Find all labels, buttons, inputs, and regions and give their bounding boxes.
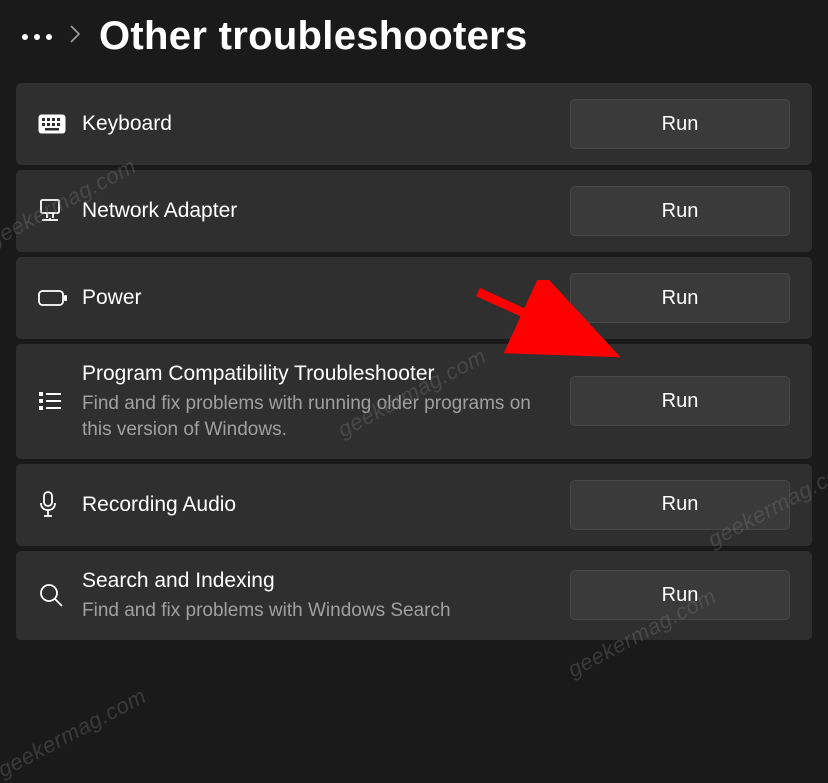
search-icon: [38, 582, 82, 608]
breadcrumb: Other troubleshooters: [0, 0, 828, 83]
troubleshooter-row-recording-audio: Recording Audio Run: [16, 464, 812, 546]
chevron-right-icon: [70, 25, 81, 48]
troubleshooter-row-power: Power Run: [16, 257, 812, 339]
troubleshooter-row-search-indexing: Search and Indexing Find and fix problem…: [16, 551, 812, 640]
run-button[interactable]: Run: [570, 570, 790, 620]
run-button[interactable]: Run: [570, 273, 790, 323]
run-button[interactable]: Run: [570, 480, 790, 530]
troubleshooter-list: Keyboard Run Network Adapter Run Power R…: [0, 83, 828, 640]
run-button[interactable]: Run: [570, 376, 790, 426]
troubleshooter-row-program-compatibility: Program Compatibility Troubleshooter Fin…: [16, 344, 812, 459]
watermark: geekermag.com: [0, 683, 151, 783]
troubleshooter-label: Recording Audio: [82, 491, 550, 518]
run-button[interactable]: Run: [570, 99, 790, 149]
microphone-icon: [38, 491, 82, 519]
run-button[interactable]: Run: [570, 186, 790, 236]
troubleshooter-description: Find and fix problems with running older…: [82, 391, 550, 442]
troubleshooter-row-network-adapter: Network Adapter Run: [16, 170, 812, 252]
list-icon: [38, 389, 82, 413]
troubleshooter-label: Program Compatibility Troubleshooter: [82, 360, 550, 387]
breadcrumb-more-icon[interactable]: [22, 34, 52, 40]
troubleshooter-description: Find and fix problems with Windows Searc…: [82, 598, 550, 624]
troubleshooter-label: Power: [82, 284, 550, 311]
troubleshooter-label: Keyboard: [82, 110, 550, 137]
troubleshooter-label: Network Adapter: [82, 197, 550, 224]
battery-icon: [38, 289, 82, 307]
troubleshooter-label: Search and Indexing: [82, 567, 550, 594]
keyboard-icon: [38, 114, 82, 134]
troubleshooter-row-keyboard: Keyboard Run: [16, 83, 812, 165]
network-adapter-icon: [38, 198, 82, 224]
page-title: Other troubleshooters: [99, 14, 528, 59]
